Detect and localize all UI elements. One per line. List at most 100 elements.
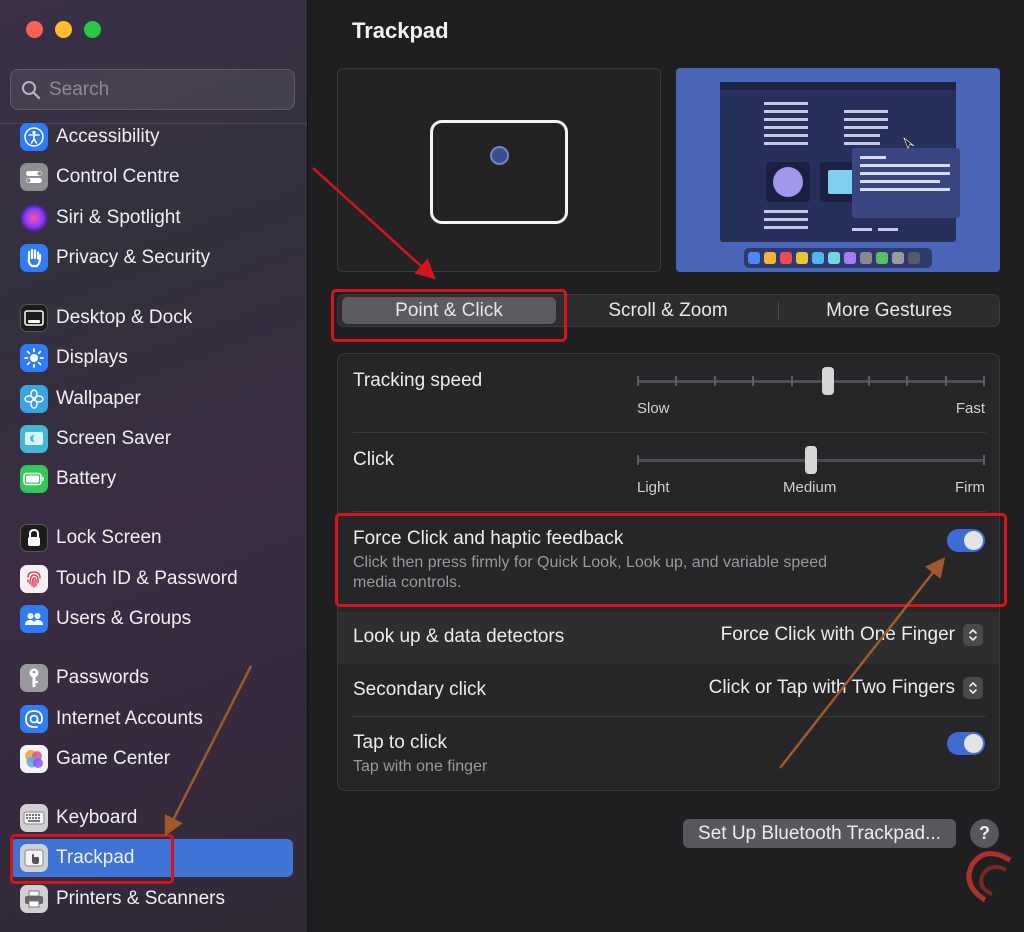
page-title: Trackpad — [352, 18, 449, 43]
sidebar-item-desktop-dock[interactable]: Desktop & Dock — [10, 299, 293, 337]
sidebar-item-label: Siri & Spotlight — [56, 207, 181, 228]
sidebar-item-label: Desktop & Dock — [56, 307, 193, 328]
look-up-popup[interactable]: Force Click with One Finger — [721, 624, 983, 646]
tap-to-click-description: Tap with one finger — [353, 758, 488, 775]
tracking-speed-tick — [906, 376, 909, 386]
game-center-icon — [20, 745, 48, 773]
sidebar-item-printers-scanners[interactable]: Printers & Scanners — [10, 880, 293, 918]
sidebar-item-passwords[interactable]: Passwords — [10, 659, 293, 697]
annotation-box-trackpad — [10, 834, 174, 884]
sidebar-item-accessibility[interactable]: Accessibility — [10, 118, 293, 156]
tracking-speed-tick — [752, 376, 755, 386]
tracking-speed-slider-knob[interactable] — [822, 367, 835, 395]
sidebar-item-privacy-security[interactable]: Privacy & Security — [10, 239, 293, 277]
trackpad-preview — [337, 68, 661, 272]
keyboard-icon — [20, 804, 48, 832]
at-icon — [20, 705, 48, 733]
lock-icon — [20, 524, 48, 552]
tap-to-click-toggle[interactable] — [947, 732, 985, 755]
sidebar-item-displays[interactable]: Displays — [10, 339, 293, 377]
sidebar-item-label: Touch ID & Password — [56, 568, 238, 589]
sidebar-item-wallpaper[interactable]: Wallpaper — [10, 380, 293, 418]
sidebar-item-label: Accessibility — [56, 126, 160, 147]
chevron-up-down-icon — [963, 624, 983, 646]
sidebar-item-keyboard[interactable]: Keyboard — [10, 799, 293, 837]
trackpad-illustration — [430, 120, 568, 224]
screen-saver-icon — [20, 425, 48, 453]
search-input[interactable] — [49, 78, 279, 101]
look-up-label: Look up & data detectors — [353, 626, 565, 647]
help-button[interactable]: ? — [970, 819, 999, 848]
sidebar-item-label: Screen Saver — [56, 428, 172, 449]
tab-more-gestures[interactable]: More Gestures — [779, 295, 999, 326]
tracking-speed-tick — [675, 376, 678, 386]
tracking-speed-tick — [867, 376, 870, 386]
tap-to-click-label: Tap to click — [353, 732, 447, 753]
sidebar-item-label: Game Center — [56, 748, 171, 769]
siri-icon — [20, 204, 48, 232]
sidebar-item-label: Keyboard — [56, 807, 138, 828]
sidebar-item-users-groups[interactable]: Users & Groups — [10, 600, 293, 638]
look-up-value: Force Click with One Finger — [720, 624, 955, 645]
tracking-speed-slider[interactable] — [637, 380, 985, 383]
sidebar-item-label: Displays — [56, 347, 128, 368]
sidebar-item-label: Privacy & Security — [56, 247, 211, 268]
click-firmness-slider-knob[interactable] — [805, 446, 817, 474]
click-label: Click — [353, 449, 395, 470]
sidebar-item-control-centre[interactable]: Control Centre — [10, 158, 293, 196]
sidebar-item-label: Wallpaper — [56, 388, 141, 409]
row-divider — [353, 716, 986, 717]
sidebar-item-screen-saver[interactable]: Screen Saver — [10, 420, 293, 458]
main-panel: Trackpad Point & Click Scroll & Zoom Mor… — [309, 0, 1024, 932]
sidebar-item-game-center[interactable]: Game Center — [10, 740, 293, 778]
tracking-speed-tick — [637, 376, 639, 386]
tracking-speed-tick — [944, 376, 947, 386]
dock-icon — [20, 304, 48, 332]
light-label: Light — [637, 479, 670, 496]
search-icon — [22, 80, 41, 99]
flower-icon — [20, 385, 48, 413]
tracking-speed-tick — [983, 376, 985, 386]
medium-label: Medium — [783, 479, 837, 496]
row-divider — [353, 432, 986, 433]
secondary-click-popup[interactable]: Click or Tap with Two Fingers — [709, 677, 983, 699]
zoom-window-button[interactable] — [84, 21, 101, 38]
sidebar-item-touch-id-password[interactable]: Touch ID & Password — [10, 560, 293, 598]
sidebar: Accessibility Control Centre Siri & Spot… — [0, 0, 308, 932]
fast-label: Fast — [955, 400, 985, 417]
finger-dot-icon — [490, 146, 509, 165]
sidebar-item-label: Lock Screen — [56, 527, 162, 548]
firm-label: Firm — [955, 479, 985, 496]
annotation-box-force-click — [335, 513, 1007, 607]
close-window-button[interactable] — [26, 21, 43, 38]
tracking-speed-tick — [713, 376, 716, 386]
search-field[interactable] — [10, 69, 295, 110]
fingerprint-icon — [20, 565, 48, 593]
sidebar-item-internet-accounts[interactable]: Internet Accounts — [10, 700, 293, 738]
chevron-up-down-icon — [963, 677, 983, 699]
battery-icon — [20, 465, 48, 493]
toggle-thumb — [964, 734, 983, 753]
minimize-window-button[interactable] — [55, 21, 72, 38]
sidebar-item-label: Internet Accounts — [56, 708, 203, 729]
key-icon — [20, 664, 48, 692]
printer-icon — [20, 885, 48, 913]
setup-bluetooth-trackpad-button[interactable]: Set Up Bluetooth Trackpad... — [683, 819, 956, 848]
sidebar-item-label: Passwords — [56, 667, 149, 688]
click-tick — [637, 455, 639, 465]
tab-scroll-zoom[interactable]: Scroll & Zoom — [558, 295, 778, 326]
annotation-box-tab — [331, 289, 567, 342]
sidebar-item-siri-spotlight[interactable]: Siri & Spotlight — [10, 199, 293, 237]
sidebar-item-label: Users & Groups — [56, 608, 192, 629]
sidebar-item-battery[interactable]: Battery — [10, 460, 293, 498]
gesture-demo-preview — [676, 68, 1000, 272]
desktop-preview-illustration — [720, 82, 960, 268]
tracking-speed-tick — [790, 376, 793, 386]
control-centre-icon — [20, 163, 48, 191]
sidebar-item-lock-screen[interactable]: Lock Screen — [10, 519, 293, 557]
hand-icon — [20, 244, 48, 272]
sidebar-item-label: Control Centre — [56, 166, 180, 187]
sun-icon — [20, 344, 48, 372]
sidebar-item-label: Battery — [56, 468, 117, 489]
slow-label: Slow — [637, 400, 670, 417]
